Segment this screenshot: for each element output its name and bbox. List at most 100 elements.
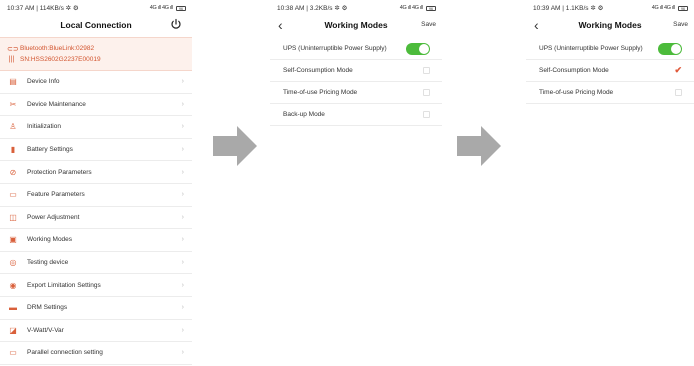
connection-info: ⊂⊃ Bluetooth:BlueLink:02982 ||| SN:HSS26… <box>0 37 192 71</box>
title-bar: Local Connection <box>0 16 192 34</box>
chevron-right-icon: › <box>181 326 184 334</box>
menu-item-protection-parameters[interactable]: ⊘ Protection Parameters › <box>0 161 192 184</box>
arrow-right-icon <box>457 126 501 166</box>
mode-checkbox[interactable] <box>423 67 430 74</box>
status-time: 10:39 AM | 1.1KB/s <box>533 5 589 12</box>
mode-checkbox[interactable] <box>423 89 430 96</box>
chevron-right-icon: › <box>181 213 184 221</box>
mode-checkbox[interactable] <box>675 89 682 96</box>
bluetooth-label: Bluetooth:BlueLink:02982 <box>20 45 95 52</box>
settings-menu: ▤ Device Info › ✂ Device Maintenance › ♙ Initia… <box>0 71 192 365</box>
test-icon: ◎ <box>9 258 17 268</box>
mode-item[interactable]: Time-of-use Pricing Mode <box>526 82 694 104</box>
phone-screen-working-modes-before: 10:38 AM | 3.2KB/s ✲ ⚙ 4G ıll 4G ıll 96 … <box>270 0 442 140</box>
chart-icon: ◫ <box>9 212 17 222</box>
graph-icon: ◪ <box>9 325 17 335</box>
menu-item-label: Battery Settings <box>27 146 73 154</box>
menu-item-power-adjustment[interactable]: ◫ Power Adjustment › <box>0 207 192 230</box>
status-bar: 10:39 AM | 1.1KB/s ✲ ⚙ 4G ıll 4G ıll 96 <box>526 0 694 16</box>
mode-checkbox[interactable] <box>423 111 430 118</box>
ups-toggle[interactable] <box>658 42 682 55</box>
menu-item-testing-device[interactable]: ◎ Testing device › <box>0 252 192 275</box>
menu-item-drm-settings[interactable]: ▬ DRM Settings › <box>0 297 192 320</box>
mode-item[interactable]: UPS (Uninterruptible Power Supply) <box>526 38 694 60</box>
ups-toggle[interactable] <box>406 42 430 55</box>
signal-icon: 4G ıll 4G ıll <box>399 5 424 11</box>
chevron-right-icon: › <box>181 146 184 154</box>
mode-label: Self-Consumption Mode <box>283 67 353 74</box>
mode-label: UPS (Uninterruptible Power Supply) <box>283 45 387 52</box>
mode-item[interactable]: Self-Consumption Mode ✔ <box>526 60 694 82</box>
menu-item-label: V-Watt/V-Var <box>27 326 64 334</box>
power-icon[interactable] <box>170 18 182 30</box>
save-button[interactable]: Save <box>421 21 436 28</box>
drm-icon: ▬ <box>9 303 17 313</box>
menu-item-initialization[interactable]: ♙ Initialization › <box>0 116 192 139</box>
mode-item[interactable]: Back-up Mode <box>270 104 442 126</box>
person-icon: ♙ <box>9 122 17 132</box>
back-icon[interactable]: ‹ <box>534 17 539 33</box>
toolbox-icon: ▭ <box>9 190 17 200</box>
title-bar: ‹ Working Modes Save <box>270 16 442 34</box>
chevron-right-icon: › <box>181 349 184 357</box>
modes-icon: ▣ <box>9 235 17 245</box>
menu-item-label: Testing device <box>27 259 69 267</box>
menu-item-label: Power Adjustment <box>27 213 80 221</box>
battery-icon: ▮ <box>10 145 16 155</box>
phone-screen-local-connection: 10:37 AM | 114KB/s ✲ ⚙ 4G ıll 4G ıll 96 … <box>0 0 192 366</box>
mode-item[interactable]: UPS (Uninterruptible Power Supply) <box>270 38 442 60</box>
status-icons: ✲ ⚙ <box>590 5 604 12</box>
menu-item-battery-settings[interactable]: ▮ Battery Settings › <box>0 139 192 162</box>
battery-icon: 96 <box>426 5 436 11</box>
menu-item-label: Protection Parameters <box>27 168 92 176</box>
status-time: 10:37 AM | 114KB/s <box>7 5 64 12</box>
mode-item[interactable]: Time-of-use Pricing Mode <box>270 82 442 104</box>
chevron-right-icon: › <box>181 100 184 108</box>
chevron-right-icon: › <box>181 168 184 176</box>
chevron-right-icon: › <box>181 236 184 244</box>
menu-item-label: Export Limitation Settings <box>27 281 101 289</box>
menu-item-feature-parameters[interactable]: ▭ Feature Parameters › <box>0 184 192 207</box>
menu-item-working-modes[interactable]: ▣ Working Modes › <box>0 229 192 252</box>
menu-item-device-info[interactable]: ▤ Device Info › <box>0 71 192 94</box>
menu-item-v-watt-v-var[interactable]: ◪ V-Watt/V-Var › <box>0 320 192 343</box>
save-button[interactable]: Save <box>673 21 688 28</box>
title-bar: ‹ Working Modes Save <box>526 16 694 34</box>
phone-screen-working-modes-after: 10:39 AM | 1.1KB/s ✲ ⚙ 4G ıll 4G ıll 96 … <box>526 0 694 110</box>
mode-label: Time-of-use Pricing Mode <box>539 89 614 96</box>
menu-item-export-limitation-settings[interactable]: ◉ Export Limitation Settings › <box>0 274 192 297</box>
barcode-icon: ||| <box>8 56 15 63</box>
tools-icon: ✂ <box>9 99 17 109</box>
status-time: 10:38 AM | 3.2KB/s <box>277 5 333 12</box>
battery-icon: 96 <box>176 5 186 11</box>
mode-item[interactable]: Self-Consumption Mode <box>270 60 442 82</box>
menu-item-label: Parallel connection setting <box>27 349 103 357</box>
chevron-right-icon: › <box>181 259 184 267</box>
mode-label: Time-of-use Pricing Mode <box>283 89 358 96</box>
protection-icon: ⊘ <box>9 167 17 177</box>
page-title: Working Modes <box>324 20 388 30</box>
status-bar: 10:37 AM | 114KB/s ✲ ⚙ 4G ıll 4G ıll 96 <box>0 0 192 16</box>
mode-list: UPS (Uninterruptible Power Supply) Self-C… <box>270 38 442 126</box>
mode-label: Self-Consumption Mode <box>539 67 609 74</box>
menu-item-label: Working Modes <box>27 236 73 244</box>
page-title: Working Modes <box>578 20 642 30</box>
page-title: Local Connection <box>60 20 132 30</box>
status-bar: 10:38 AM | 3.2KB/s ✲ ⚙ 4G ıll 4G ıll 96 <box>270 0 442 16</box>
mode-item[interactable]: Back-up Mode <box>526 104 694 110</box>
menu-item-parallel-connection-setting[interactable]: ▭ Parallel connection setting › <box>0 342 192 365</box>
chevron-right-icon: › <box>181 191 184 199</box>
menu-item-label: Device Maintenance <box>27 100 86 108</box>
chevron-right-icon: › <box>181 281 184 289</box>
serial-number: SN:HSS2602G2237E00019 <box>20 56 101 63</box>
back-icon[interactable]: ‹ <box>278 17 283 33</box>
signal-icon: 4G ıll 4G ıll <box>651 5 676 11</box>
menu-item-device-maintenance[interactable]: ✂ Device Maintenance › <box>0 94 192 117</box>
status-icons: ✲ ⚙ <box>334 5 348 12</box>
menu-item-label: Initialization <box>27 123 61 131</box>
chevron-right-icon: › <box>181 123 184 131</box>
parallel-icon: ▭ <box>9 348 17 358</box>
export-icon: ◉ <box>9 280 17 290</box>
checkmark-icon[interactable]: ✔ <box>674 66 682 75</box>
list-icon: ▤ <box>9 77 17 87</box>
